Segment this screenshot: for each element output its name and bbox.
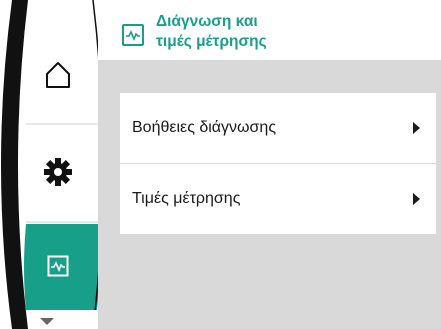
menu-item-measured-values[interactable]: Τιμές μέτρησης <box>120 164 436 234</box>
menu-item-label: Τιμές μέτρησης <box>132 190 241 207</box>
chevron-right-icon <box>413 193 420 205</box>
menu-item-diagnostic-aids[interactable]: Βοήθειες διάγνωσης <box>120 93 436 163</box>
gear-icon <box>44 158 72 186</box>
menu-item-label: Βοήθειες διάγνωσης <box>132 119 277 136</box>
page-title: Διάγνωση και τιμές μέτρησης <box>156 12 267 52</box>
chevron-down-icon <box>40 318 54 325</box>
page-header: Διάγνωση και τιμές μέτρησης <box>98 0 441 60</box>
home-icon <box>46 62 70 88</box>
pulse-monitor-icon <box>122 24 144 46</box>
side-nav <box>0 0 110 329</box>
pulse-monitor-icon <box>47 255 69 277</box>
nav-diagnostics[interactable] <box>30 236 86 296</box>
page-title-line2: τιμές μέτρησης <box>156 33 267 50</box>
nav-more[interactable] <box>36 318 58 329</box>
page-title-line1: Διάγνωση και <box>156 13 258 30</box>
nav-settings[interactable] <box>30 142 86 202</box>
menu-panel: Βοήθειες διάγνωσης Τιμές μέτρησης <box>98 60 441 329</box>
chevron-right-icon <box>413 122 420 134</box>
nav-home[interactable] <box>30 45 86 105</box>
